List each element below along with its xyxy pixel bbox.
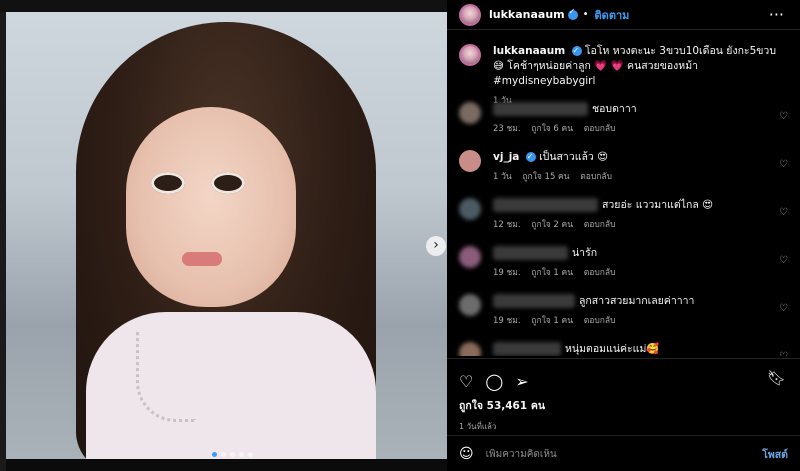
blurred-username	[493, 246, 568, 260]
comment-body: น่ารัก	[493, 246, 788, 261]
carousel-dot	[239, 452, 244, 457]
post-header: lukkanaaum • ติดตาม ···	[447, 0, 800, 30]
comment-meta: 19 ชม. ถูกใจ 1 คน ตอบกลับ	[493, 265, 788, 279]
comment-text: เป็นสาวแล้ว 😍	[539, 151, 609, 163]
comment-time: 1 วัน	[493, 172, 512, 182]
photo-eye-right	[211, 172, 245, 194]
comment-avatar[interactable]	[459, 246, 481, 268]
carousel-next-button[interactable]: ›	[426, 236, 446, 256]
comment-text: ลูกสาวสวยมากเลยค่าาาา	[579, 295, 695, 307]
blurred-username	[493, 102, 588, 116]
comment-heart-icon[interactable]: ♡	[779, 351, 788, 356]
comment-body: ชอบดาาา	[493, 102, 788, 117]
reply-button[interactable]: ตอบกลับ	[580, 172, 612, 182]
photo-eye-left	[151, 172, 185, 194]
comment-text: หนุ่มตอมแน่ค่ะแม่🥰	[565, 343, 660, 355]
comment-heart-icon[interactable]: ♡	[779, 255, 788, 266]
comment-avatar[interactable]	[459, 294, 481, 316]
comment-likes[interactable]: ถูกใจ 15 คน	[522, 172, 569, 182]
comment-time: 19 ชม.	[493, 316, 521, 326]
instagram-post-modal: › lukkanaaum • ติดตาม ··· lukkanaaum โ	[0, 0, 800, 471]
comment-item: หนุ่มตอมแน่ค่ะแม่🥰 ♡	[447, 334, 800, 356]
verified-badge-icon	[571, 43, 582, 58]
comment-body: ลูกสาวสวยมากเลยค่าาาา	[493, 294, 788, 309]
comment-body: หนุ่มตอมแน่ค่ะแม่🥰	[493, 342, 788, 356]
bookmark-icon[interactable]: 🔖︎	[767, 369, 786, 387]
backdrop-top	[0, 0, 447, 12]
photo-lips	[182, 252, 222, 266]
photo-shirt	[86, 312, 376, 459]
comment-likes[interactable]: ถูกใจ 1 คน	[531, 316, 573, 326]
comment-avatar[interactable]	[459, 102, 481, 124]
carousel-dots	[212, 452, 253, 457]
comment-body: vj_ja เป็นสาวแล้ว 😍	[493, 149, 788, 165]
carousel-dot	[221, 452, 226, 457]
comment-text: สวยอ่ะ แววมาแต่ไกล 😍	[602, 199, 714, 211]
comment-heart-icon[interactable]: ♡	[779, 303, 788, 314]
comment-text: ชอบดาาา	[592, 103, 637, 115]
comment-body: สวยอ่ะ แววมาแต่ไกล 😍	[493, 198, 788, 213]
add-comment-input[interactable]	[485, 448, 763, 460]
comment-likes[interactable]: ถูกใจ 6 คน	[531, 124, 573, 134]
post-caption: lukkanaaum โอโห หวงตะนะ 3ขวบ10เดือน ยังก…	[447, 36, 800, 106]
verified-badge-icon	[567, 7, 578, 20]
post-side-panel: lukkanaaum • ติดตาม ··· lukkanaaum โอโห …	[447, 0, 800, 471]
verified-badge-icon	[525, 149, 536, 164]
comment-item: ลูกสาวสวยมากเลยค่าาาา 19 ชม. ถูกใจ 1 คน …	[447, 286, 800, 334]
carousel-dot	[230, 452, 235, 457]
comment-time: 19 ชม.	[493, 268, 521, 278]
likes-count[interactable]: ถูกใจ 53,461 คน	[447, 393, 800, 418]
photo-face	[126, 107, 296, 307]
blurred-username	[493, 342, 561, 356]
carousel-dot	[212, 452, 217, 457]
author-username[interactable]: lukkanaaum	[489, 8, 565, 21]
comment-heart-icon[interactable]: ♡	[779, 159, 788, 170]
post-comment-button[interactable]: โพสต์	[762, 446, 788, 463]
caption-avatar[interactable]	[459, 44, 481, 66]
comment-icon[interactable]: ◯	[485, 372, 503, 391]
share-icon[interactable]: ➢	[515, 372, 528, 391]
more-icon[interactable]: ···	[769, 5, 784, 24]
comment-text: น่ารัก	[572, 247, 598, 259]
comment-item: ชอบดาาา 23 ชม. ถูกใจ 6 คน ตอบกลับ ♡	[447, 94, 800, 142]
comment-meta: 1 วัน ถูกใจ 15 คน ตอบกลับ	[493, 169, 788, 183]
comment-meta: 23 ชม. ถูกใจ 6 คน ตอบกลับ	[493, 121, 788, 135]
comment-username[interactable]: vj_ja	[493, 151, 519, 163]
comments-list[interactable]: lukkanaaum โอโห หวงตะนะ 3ขวบ10เดือน ยังก…	[447, 36, 800, 356]
action-icons: ♡ ◯ ➢ 🔖︎	[447, 359, 800, 393]
caption-username[interactable]: lukkanaaum	[493, 45, 565, 57]
reply-button[interactable]: ตอบกลับ	[584, 316, 616, 326]
comment-likes[interactable]: ถูกใจ 1 คน	[531, 268, 573, 278]
comment-time: 12 ชม.	[493, 220, 521, 230]
posted-time: 1 วันที่แล้ว	[459, 422, 497, 431]
comment-meta: 19 ชม. ถูกใจ 1 คน ตอบกลับ	[493, 313, 788, 327]
reply-button[interactable]: ตอบกลับ	[584, 268, 616, 278]
comment-likes[interactable]: ถูกใจ 2 คน	[531, 220, 573, 230]
blurred-username	[493, 294, 575, 308]
blurred-username	[493, 198, 598, 212]
add-comment-bar: ☺ โพสต์	[447, 435, 800, 471]
comment-avatar[interactable]	[459, 342, 481, 356]
comment-item: vj_ja เป็นสาวแล้ว 😍 1 วัน ถูกใจ 15 คน ตอ…	[447, 142, 800, 190]
comment-heart-icon[interactable]: ♡	[779, 111, 788, 122]
author-avatar[interactable]	[459, 3, 481, 26]
post-photo[interactable]: ›	[6, 12, 447, 459]
comment-time: 23 ชม.	[493, 124, 521, 134]
comment-avatar[interactable]	[459, 150, 481, 172]
comment-heart-icon[interactable]: ♡	[779, 207, 788, 218]
comment-meta: 12 ชม. ถูกใจ 2 คน ตอบกลับ	[493, 217, 788, 231]
heart-icon[interactable]: ♡	[459, 372, 473, 391]
caption-text: lukkanaaum โอโห หวงตะนะ 3ขวบ10เดือน ยังก…	[493, 43, 788, 89]
reply-button[interactable]: ตอบกลับ	[584, 220, 616, 230]
emoji-icon[interactable]: ☺	[459, 446, 474, 462]
comment-item: น่ารัก 19 ชม. ถูกใจ 1 คน ตอบกลับ ♡	[447, 238, 800, 286]
reply-button[interactable]: ตอบกลับ	[584, 124, 616, 134]
carousel-dot	[248, 452, 253, 457]
separator-dot: •	[582, 9, 589, 20]
follow-button[interactable]: ติดตาม	[595, 6, 630, 24]
post-actions: ♡ ◯ ➢ 🔖︎ ถูกใจ 53,461 คน 1 วันที่แล้ว ☺ …	[447, 358, 800, 471]
comment-item: สวยอ่ะ แววมาแต่ไกล 😍 12 ชม. ถูกใจ 2 คน ต…	[447, 190, 800, 238]
comment-avatar[interactable]	[459, 198, 481, 220]
